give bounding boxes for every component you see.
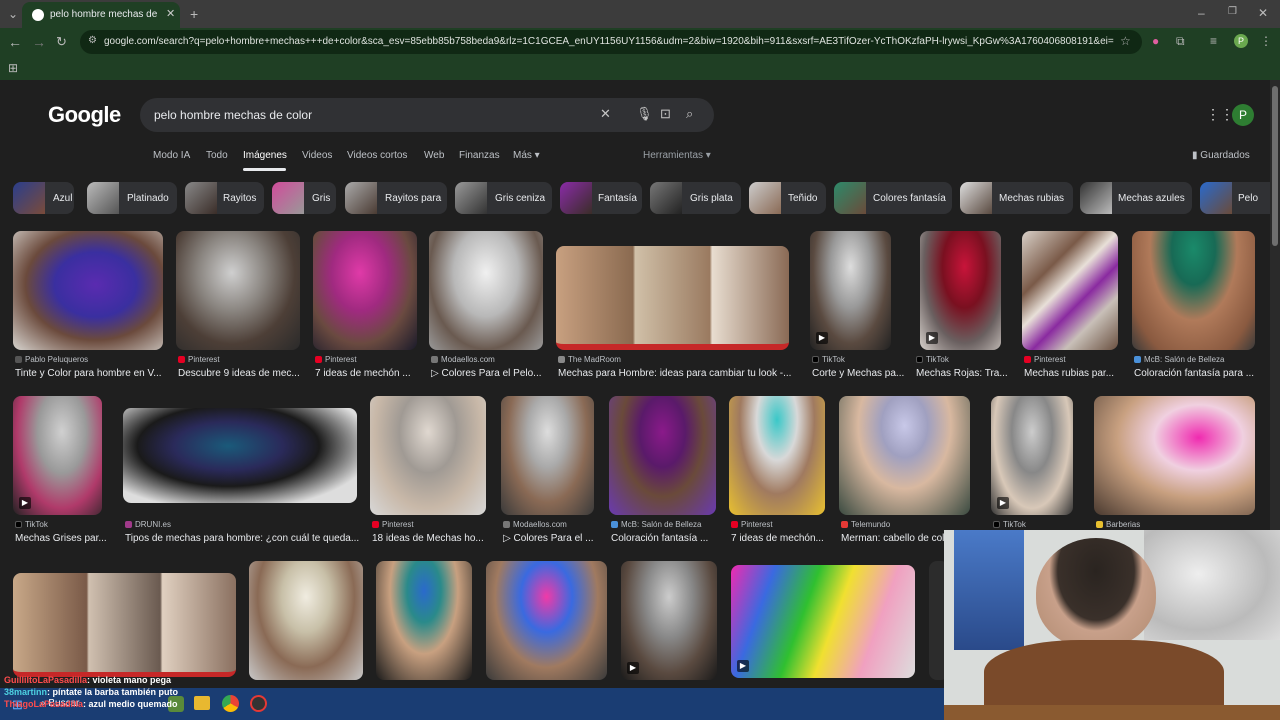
result-thumbnail[interactable] (249, 561, 363, 680)
play-icon: ▶ (737, 660, 749, 672)
result-thumbnail[interactable] (13, 231, 163, 350)
active-tab-indicator (243, 168, 286, 171)
bookmarks-bar: ⊞ (0, 56, 1280, 80)
new-tab-icon[interactable]: + (190, 6, 198, 22)
chip-tenido[interactable]: Teñido (749, 182, 826, 214)
result-thumbnail[interactable] (609, 396, 716, 515)
result-thumbnail[interactable] (1094, 396, 1255, 515)
bookmark-icon: ▮ (1192, 150, 1198, 161)
result-thumbnail[interactable] (839, 396, 970, 515)
tab-videos[interactable]: Videos (302, 150, 332, 161)
result-thumbnail[interactable] (501, 396, 594, 515)
result-thumbnail[interactable] (376, 561, 472, 680)
chat-message: 38martinn: píntate la barba también puto (4, 687, 179, 697)
chip-gris-plata[interactable]: Gris plata (650, 182, 741, 214)
avatar[interactable]: P (1232, 104, 1254, 126)
tab-mas[interactable]: Más ▾ (513, 150, 540, 161)
result-thumbnail[interactable] (729, 396, 825, 515)
back-icon[interactable]: ← (8, 34, 22, 50)
mic-icon[interactable]: 🎙 (636, 106, 653, 122)
chip-gris-ceniza[interactable]: Gris ceniza (455, 182, 552, 214)
search-query: pelo hombre mechas de color (154, 108, 313, 122)
result-thumbnail[interactable]: ▶ (810, 231, 891, 350)
result-thumbnail[interactable] (370, 396, 486, 515)
menu-icon[interactable]: ⋮ (1260, 34, 1272, 48)
scrollbar-thumb[interactable] (1272, 86, 1278, 246)
desk (944, 705, 1280, 720)
chip-gris[interactable]: Gris (272, 182, 336, 214)
google-logo[interactable]: Google (48, 102, 121, 128)
tab-imagenes[interactable]: Imágenes (243, 150, 287, 161)
browser-tab-bar: ⌄ pelo hombre mechas de color ✕ + – ❐ ✕ (0, 0, 1280, 28)
reload-icon[interactable]: ↻ (56, 34, 67, 50)
play-icon: ▶ (19, 497, 31, 509)
result-thumbnail[interactable] (1022, 231, 1118, 350)
window-close-icon[interactable]: ✕ (1258, 6, 1268, 20)
result-thumbnail[interactable] (176, 231, 300, 350)
result-thumbnail[interactable]: ▶ (920, 231, 1001, 350)
chip-mechas-azules[interactable]: Mechas azules (1080, 182, 1192, 214)
result-thumbnail[interactable] (123, 408, 357, 503)
site-info-icon[interactable]: ⚙ (88, 35, 97, 46)
search-input[interactable]: pelo hombre mechas de color ✕ 🎙 ⊡ ⌕ (140, 98, 714, 132)
address-bar[interactable]: ⚙ google.com/search?q=pelo+hombre+mechas… (80, 30, 1142, 54)
browser-tab[interactable]: pelo hombre mechas de color ✕ (22, 2, 180, 28)
result-thumbnail[interactable] (429, 231, 543, 350)
bookmark-star-icon[interactable]: ☆ (1120, 34, 1131, 48)
result-thumbnail[interactable] (1132, 231, 1255, 350)
tab-finanzas[interactable]: Finanzas (459, 150, 500, 161)
chip-mechas-rubias[interactable]: Mechas rubias (960, 182, 1073, 214)
result-thumbnail[interactable] (313, 231, 417, 350)
apps-grid-icon[interactable]: ⋮⋮ (1206, 106, 1234, 123)
lens-icon[interactable]: ⊡ (660, 106, 671, 122)
result-thumbnail[interactable]: ▶ (991, 396, 1073, 515)
media-icon[interactable]: ≡ (1210, 34, 1217, 48)
url-text: google.com/search?q=pelo+hombre+mechas++… (104, 36, 1114, 47)
apps-shortcut-icon[interactable]: ⊞ (8, 61, 18, 75)
tab-videos-cortos[interactable]: Videos cortos (347, 150, 407, 161)
webcam-overlay (944, 530, 1280, 720)
saved-button[interactable]: ▮ Guardados (1192, 150, 1250, 161)
chip-fantasia[interactable]: Fantasía (560, 182, 642, 214)
chip-rayitos[interactable]: Rayitos (185, 182, 264, 214)
chat-message: GuilliItoLaPasadilla: violeta mano pega (4, 675, 172, 685)
play-icon: ▶ (926, 332, 938, 344)
clear-icon[interactable]: ✕ (600, 106, 611, 122)
tab-search-icon[interactable]: ⌄ (8, 7, 18, 21)
chip-pelo[interactable]: Pelo (1200, 182, 1270, 214)
profile-icon[interactable]: P (1234, 34, 1248, 48)
stream-chat-overlay: GuilliItoLaPasadilla: violeta mano pega … (4, 674, 264, 710)
restore-icon[interactable]: ❐ (1228, 6, 1237, 17)
person-head (1036, 538, 1156, 648)
play-icon: ▶ (997, 497, 1009, 509)
webcam-background-poster (954, 530, 1024, 650)
extension-icon[interactable]: ● (1152, 34, 1159, 48)
result-thumbnail[interactable] (556, 246, 789, 350)
result-thumbnail[interactable]: ▶ (13, 396, 102, 515)
tab-todo[interactable]: Todo (206, 150, 228, 161)
result-thumbnail[interactable]: ▶ (731, 565, 915, 678)
google-favicon-icon (32, 9, 44, 21)
browser-toolbar: ← → ↻ ⚙ google.com/search?q=pelo+hombre+… (0, 28, 1280, 56)
tab-web[interactable]: Web (424, 150, 444, 161)
forward-icon[interactable]: → (32, 34, 46, 50)
webcam-background-poster (1144, 530, 1280, 640)
tools-button[interactable]: Herramientas ▾ (643, 150, 711, 161)
chip-platinado[interactable]: Platinado (87, 182, 177, 214)
minimize-icon[interactable]: – (1198, 6, 1205, 20)
play-icon: ▶ (816, 332, 828, 344)
close-tab-icon[interactable]: ✕ (166, 7, 175, 20)
tab-title: pelo hombre mechas de color (50, 9, 160, 20)
chip-azul[interactable]: Azul (13, 182, 74, 214)
result-thumbnail[interactable] (486, 561, 607, 680)
search-icon[interactable]: ⌕ (686, 106, 693, 122)
chip-rayitos-para[interactable]: Rayitos para (345, 182, 447, 214)
extensions-icon[interactable]: ⧉ (1176, 34, 1185, 49)
result-thumbnail[interactable]: ▶ (621, 561, 717, 680)
chat-message: ThiagoLaPasadilla: azul medio quemado (4, 699, 178, 709)
play-icon: ▶ (627, 662, 639, 674)
tab-modo-ia[interactable]: Modo IA (153, 150, 190, 161)
result-thumbnail[interactable] (13, 573, 236, 677)
chip-colores-fantasia[interactable]: Colores fantasía (834, 182, 952, 214)
